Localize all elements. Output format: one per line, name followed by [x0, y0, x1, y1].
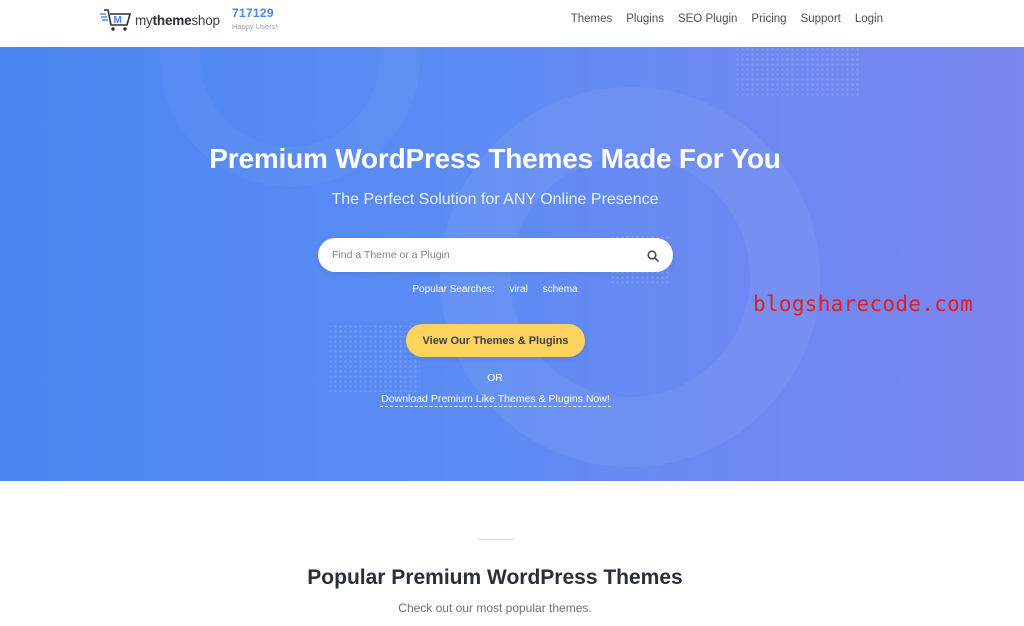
site-header: M mythemeshop 717129 Happy Users! Themes… — [0, 0, 1024, 47]
nav-seo-plugin[interactable]: SEO Plugin — [678, 12, 737, 26]
nav-support[interactable]: Support — [801, 12, 841, 26]
hero-banner: Premium WordPress Themes Made For You Th… — [0, 47, 1024, 481]
dot-pattern-decoration — [735, 47, 860, 97]
logo-bold: theme — [152, 12, 192, 28]
main-nav: Themes Plugins SEO Plugin Pricing Suppor… — [571, 12, 883, 26]
search-icon[interactable] — [647, 249, 659, 262]
cart-logo-icon: M — [100, 8, 132, 32]
download-premium-link[interactable]: Download Premium Like Themes & Plugins N… — [380, 393, 611, 407]
watermark-text: blogsharecode.com — [753, 292, 974, 316]
or-separator: OR — [487, 372, 503, 384]
logo-prefix: my — [135, 12, 153, 28]
nav-plugins[interactable]: Plugins — [626, 12, 664, 26]
svg-text:M: M — [114, 15, 122, 26]
nav-pricing[interactable]: Pricing — [751, 12, 786, 26]
popular-searches-label: Popular Searches: — [412, 284, 495, 295]
users-count-label: Happy Users! — [232, 22, 278, 31]
hero-title: Premium WordPress Themes Made For You — [209, 143, 781, 174]
nav-themes[interactable]: Themes — [571, 12, 613, 26]
search-input[interactable] — [332, 238, 632, 272]
hero-subtitle: The Perfect Solution for ANY Online Pres… — [331, 191, 659, 208]
logo-suffix: shop — [191, 12, 220, 28]
nav-login[interactable]: Login — [855, 12, 883, 26]
section-subtitle: Check out our most popular themes. — [398, 601, 592, 615]
search-bar — [318, 238, 673, 272]
site-logo[interactable]: M mythemeshop — [100, 6, 220, 34]
users-count: 717129 — [232, 6, 274, 20]
popular-search-viral[interactable]: viral — [509, 284, 527, 295]
happy-users-counter: 717129 Happy Users! — [232, 6, 277, 31]
section-divider — [478, 539, 514, 540]
popular-search-schema[interactable]: schema — [543, 284, 578, 295]
view-themes-plugins-button[interactable]: View Our Themes & Plugins — [406, 324, 585, 357]
section-title: Popular Premium WordPress Themes — [307, 566, 683, 589]
logo-wordmark: mythemeshop — [135, 13, 220, 28]
